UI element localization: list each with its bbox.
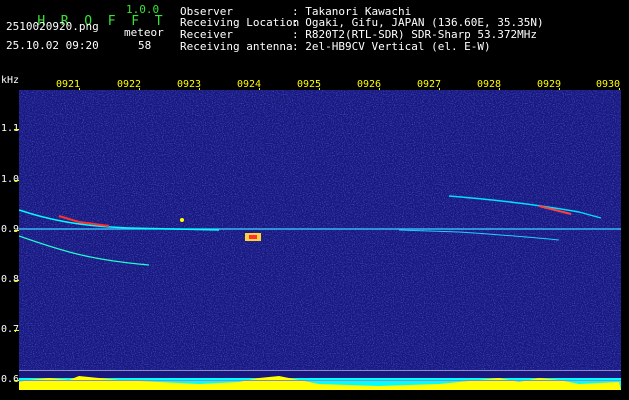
x-tick-label: 0921	[56, 79, 81, 90]
spectrogram	[19, 90, 621, 390]
event-type: meteor	[124, 26, 164, 39]
x-tick-label: 0924	[237, 79, 262, 90]
x-tick-label: 0930	[596, 79, 621, 90]
signal-blob-core	[249, 235, 257, 239]
x-tick-label: 0922	[117, 79, 142, 90]
signal-spot	[180, 218, 184, 222]
antenna-value: : 2el-HB9CV Vertical (el. E-W)	[292, 40, 491, 53]
x-tick-label: 0929	[537, 79, 562, 90]
datetime: 25.10.02 09:20	[6, 39, 99, 52]
filename: 2510020920.png	[6, 20, 99, 33]
x-tick-label: 0925	[297, 79, 322, 90]
x-tick-label: 0927	[417, 79, 442, 90]
antenna-label: Receiving antenna	[180, 40, 293, 53]
x-tick-label: 0926	[357, 79, 382, 90]
event-count: 58	[138, 39, 152, 52]
x-tick-label: 0923	[177, 79, 202, 90]
hrofft-window: H R O F F T 1.0.0 2510020920.png meteor …	[0, 0, 629, 400]
reference-line	[19, 380, 621, 381]
app-version: 1.0.0	[126, 3, 160, 16]
reference-line	[19, 370, 621, 371]
x-tick-label: 0928	[477, 79, 502, 90]
spectrogram-canvas	[19, 90, 621, 390]
noise-texture	[19, 90, 621, 370]
title-letter: F	[107, 14, 116, 29]
y-unit-label: kHz	[1, 75, 20, 86]
